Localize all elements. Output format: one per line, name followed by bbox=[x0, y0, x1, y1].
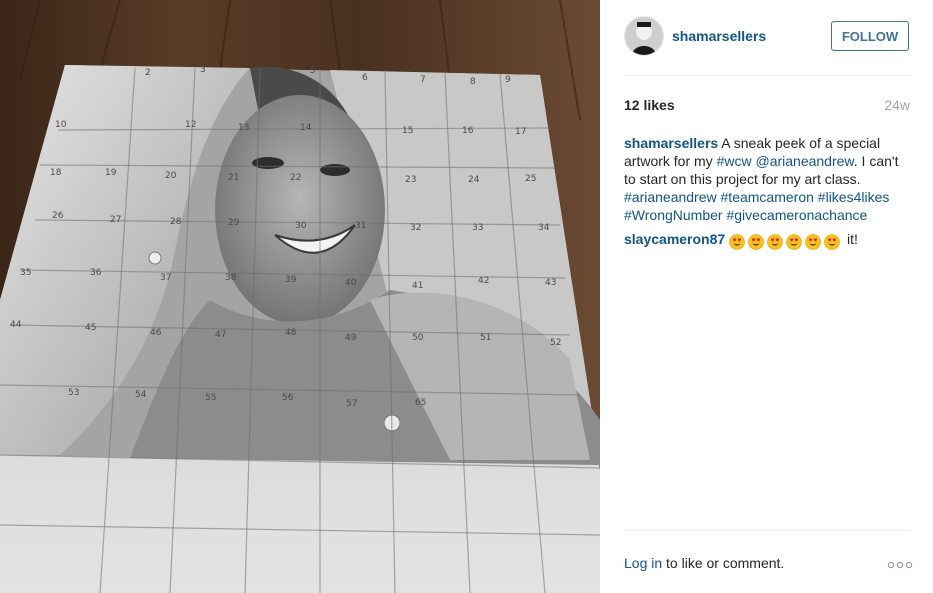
grid-number: 36 bbox=[90, 268, 102, 278]
grid-number: 17 bbox=[515, 127, 526, 137]
grid-number: 2 bbox=[145, 68, 151, 78]
heart-eyes-emoji bbox=[748, 234, 764, 251]
grid-number: 26 bbox=[52, 211, 64, 221]
grid-number: 25 bbox=[525, 174, 536, 184]
comment-text: it! bbox=[843, 231, 858, 247]
grid-number: 23 bbox=[405, 175, 416, 185]
comment-emojis bbox=[729, 232, 843, 251]
post-header: shamarsellers FOLLOW bbox=[624, 16, 911, 56]
post-caption: shamarsellers A sneak peek of a special … bbox=[624, 134, 914, 224]
avatar-image bbox=[625, 17, 663, 55]
login-prompt-text: to like or comment. bbox=[662, 555, 785, 571]
grid-number: 65 bbox=[415, 398, 426, 408]
grid-number: 45 bbox=[85, 323, 96, 333]
grid-number: 39 bbox=[285, 275, 297, 285]
grid-number: 20 bbox=[165, 171, 177, 181]
post-age[interactable]: 24w bbox=[884, 97, 910, 113]
grid-number: 33 bbox=[472, 223, 483, 233]
heart-eyes-emoji bbox=[824, 234, 840, 251]
grid-number: 46 bbox=[150, 328, 162, 338]
grid-number: 53 bbox=[68, 388, 79, 398]
hashtag-link[interactable]: #wcw bbox=[717, 153, 752, 169]
more-options-icon[interactable] bbox=[887, 558, 913, 570]
grid-number: 48 bbox=[285, 328, 297, 338]
divider bbox=[624, 75, 911, 76]
grid-number: 14 bbox=[300, 123, 312, 133]
grid-number: 4 bbox=[255, 67, 261, 77]
grid-number: 29 bbox=[228, 218, 240, 228]
hashtag-link[interactable]: #likes4likes bbox=[818, 189, 890, 205]
heart-eyes-emoji bbox=[805, 234, 821, 251]
heart-eyes-emoji bbox=[729, 234, 745, 251]
grid-number: 42 bbox=[478, 276, 489, 286]
grid-number: 8 bbox=[470, 77, 476, 87]
grid-number: 12 bbox=[185, 120, 196, 130]
grid-number: 30 bbox=[295, 221, 307, 231]
grid-number: 49 bbox=[345, 333, 357, 343]
grid-number: 56 bbox=[282, 393, 294, 403]
post-sidebar: shamarsellers FOLLOW 12 likes 24w shamar… bbox=[600, 0, 933, 593]
post-photo[interactable]: 2 3 4 5 6 7 8 9 10 12 13 14 15 16 17 18 19 20 21 22 23 24 25 26… bbox=[0, 0, 600, 593]
login-prompt: Log in to like or comment. bbox=[624, 555, 784, 571]
grid-number: 51 bbox=[480, 333, 491, 343]
grid-number: 52 bbox=[550, 338, 561, 348]
grid-number: 3 bbox=[200, 65, 206, 75]
grid-number: 50 bbox=[412, 333, 424, 343]
grid-number: 16 bbox=[462, 126, 474, 136]
mention-link[interactable]: @arianeandrew bbox=[755, 153, 853, 169]
grid-number: 19 bbox=[105, 168, 117, 178]
grid-number: 57 bbox=[346, 399, 357, 409]
grid-number: 18 bbox=[50, 168, 62, 178]
grid-number: 38 bbox=[225, 273, 237, 283]
grid-number: 54 bbox=[135, 390, 147, 400]
grid-number: 31 bbox=[355, 221, 366, 231]
grid-number: 34 bbox=[538, 223, 550, 233]
grid-number: 47 bbox=[215, 330, 226, 340]
grid-number: 32 bbox=[410, 223, 421, 233]
grid-number: 13 bbox=[238, 123, 249, 133]
grid-number: 28 bbox=[170, 217, 182, 227]
grid-number: 55 bbox=[205, 393, 216, 403]
grid-number: 22 bbox=[290, 173, 301, 183]
grid-number: 5 bbox=[310, 66, 316, 76]
login-link[interactable]: Log in bbox=[624, 555, 662, 571]
grid-number: 35 bbox=[20, 268, 31, 278]
grid-number: 6 bbox=[362, 73, 368, 83]
avatar[interactable] bbox=[624, 16, 664, 56]
hashtag-link[interactable]: #arianeandrew bbox=[624, 189, 717, 205]
post-image: 2 3 4 56 7 8 910 12 13 14 15 16 1718 19 20 21 22 23 24 2526… bbox=[0, 0, 600, 593]
comment-username[interactable]: slaycameron87 bbox=[624, 231, 725, 247]
divider bbox=[624, 530, 911, 531]
hashtag-link[interactable]: #WrongNumber bbox=[624, 207, 723, 223]
grid-number: 10 bbox=[55, 120, 67, 130]
grid-number: 7 bbox=[420, 75, 426, 85]
comment: slaycameron87 it! bbox=[624, 230, 914, 251]
grid-number: 21 bbox=[228, 173, 239, 183]
likes-count[interactable]: 12 likes bbox=[624, 97, 675, 113]
hashtag-link[interactable]: #givecameronachance bbox=[726, 207, 867, 223]
caption-username[interactable]: shamarsellers bbox=[624, 135, 718, 151]
grid-number: 43 bbox=[545, 278, 556, 288]
grid-number: 40 bbox=[345, 278, 357, 288]
grid-number: 44 bbox=[10, 320, 22, 330]
grid-number: 24 bbox=[468, 175, 480, 185]
hashtag-link[interactable]: #teamcameron bbox=[721, 189, 814, 205]
heart-eyes-emoji bbox=[786, 234, 802, 251]
grid-number: 37 bbox=[160, 273, 171, 283]
grid-number: 27 bbox=[110, 215, 121, 225]
heart-eyes-emoji bbox=[767, 234, 783, 251]
grid-number: 41 bbox=[412, 281, 423, 291]
follow-button[interactable]: FOLLOW bbox=[831, 21, 909, 51]
grid-number: 15 bbox=[402, 126, 413, 136]
grid-number: 9 bbox=[505, 75, 511, 85]
post-username[interactable]: shamarsellers bbox=[672, 28, 766, 44]
